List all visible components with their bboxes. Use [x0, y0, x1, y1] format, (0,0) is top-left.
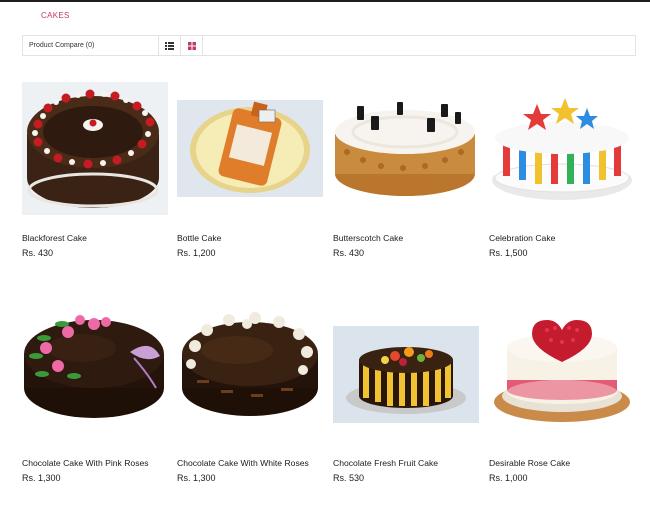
breadcrumb-cakes[interactable]: CAKES [41, 11, 70, 20]
product-image[interactable] [177, 298, 323, 431]
product-image[interactable] [489, 82, 635, 215]
product-price: Rs. 430 [22, 248, 54, 258]
celebration-cake-image [492, 98, 632, 200]
product-price: Rs. 1,200 [177, 248, 216, 258]
product-price: Rs. 1,300 [22, 473, 61, 483]
blackforest-cake-image [22, 82, 168, 215]
product-image[interactable] [333, 82, 479, 215]
product-name[interactable]: Butterscotch Cake [333, 233, 403, 243]
product-price: Rs. 1,300 [177, 473, 216, 483]
product-name[interactable]: Bottle Cake [177, 233, 221, 243]
product-name[interactable]: Chocolate Fresh Fruit Cake [333, 458, 438, 468]
desirable-rose-cake-image [494, 320, 630, 422]
product-price: Rs. 1,500 [489, 248, 528, 258]
product-name[interactable]: Chocolate Cake With Pink Roses [22, 458, 149, 468]
product-image[interactable] [333, 298, 479, 431]
product-compare-link[interactable]: Product Compare (0) [23, 36, 159, 55]
chocolate-fresh-fruit-cake-image [333, 326, 479, 423]
chocolate-pink-roses-cake-image [24, 315, 164, 418]
product-image[interactable] [22, 298, 168, 431]
product-price: Rs. 430 [333, 248, 365, 258]
list-view-icon [165, 41, 174, 50]
product-image[interactable] [22, 82, 168, 215]
product-toolbar: Product Compare (0) [22, 35, 636, 56]
grid-view-button[interactable] [181, 36, 203, 55]
product-price: Rs. 530 [333, 473, 365, 483]
butterscotch-cake-image [335, 102, 475, 196]
product-name[interactable]: Celebration Cake [489, 233, 555, 243]
product-image[interactable] [177, 82, 323, 215]
chocolate-white-roses-cake-image [182, 312, 318, 416]
product-price: Rs. 1,000 [489, 473, 528, 483]
product-name[interactable]: Blackforest Cake [22, 233, 87, 243]
product-image[interactable] [489, 298, 635, 431]
top-border [0, 0, 650, 2]
list-view-button[interactable] [159, 36, 181, 55]
product-name[interactable]: Chocolate Cake With White Roses [177, 458, 309, 468]
grid-view-icon [187, 41, 196, 50]
bottle-cake-image [177, 100, 323, 197]
product-name[interactable]: Desirable Rose Cake [489, 458, 570, 468]
